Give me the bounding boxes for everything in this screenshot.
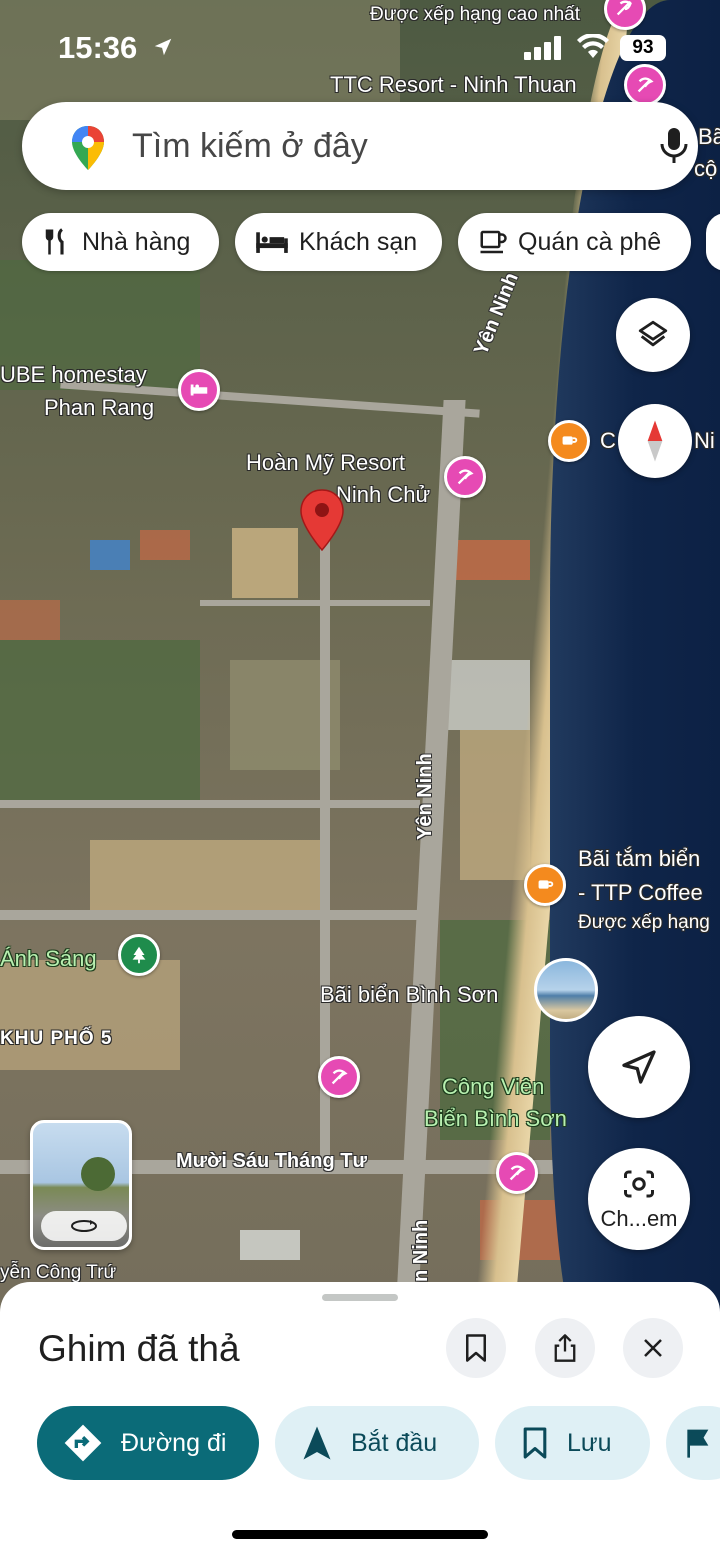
map-terrain: [90, 540, 130, 570]
flag-icon: [687, 1429, 709, 1458]
road-label-yen-ninh: Yên Ninh: [414, 753, 436, 840]
map-label-binh-son-beach[interactable]: Bãi biển Bình Sơn: [320, 982, 498, 1008]
directions-button[interactable]: Đường đi: [37, 1406, 259, 1480]
status-bar: 15:36 93: [0, 28, 720, 68]
navigation-arrow-icon: [622, 1050, 656, 1084]
resort-marker-icon[interactable]: [624, 64, 666, 106]
map-label[interactable]: Bã: [698, 124, 720, 150]
place-bottom-sheet[interactable]: Ghim đã thả Đường đi Bắt đầu Lưu: [0, 1282, 720, 1557]
map-terrain: [0, 600, 60, 640]
hotel-icon: [256, 232, 288, 253]
camera-search-button[interactable]: Ch...em: [588, 1148, 690, 1250]
bookmark-icon: [523, 1427, 547, 1459]
map-road: [0, 910, 420, 920]
map-label-ttc-resort[interactable]: TTC Resort - Ninh Thuan: [330, 72, 577, 98]
map-terrain: [0, 640, 200, 800]
close-icon: [644, 1339, 662, 1357]
close-button[interactable]: [623, 1318, 683, 1378]
save-icon-button[interactable]: [446, 1318, 506, 1378]
map-terrain: [240, 1230, 300, 1260]
home-indicator: [232, 1530, 488, 1539]
bookmark-icon: [466, 1334, 486, 1362]
location-arrow-icon: [154, 38, 172, 56]
road-label-nguyen-cong-tru: yễn Công Trứ: [0, 1262, 117, 1283]
street-view-thumbnail[interactable]: [30, 1120, 132, 1250]
map-label: Được xếp hạng cao nhất: [370, 4, 581, 25]
save-label: Lưu: [567, 1428, 612, 1457]
status-time: 15:36: [58, 30, 138, 65]
resort-marker-icon[interactable]: [444, 456, 486, 498]
search-input[interactable]: Tìm kiếm ở đây: [132, 127, 368, 166]
microphone-icon[interactable]: [658, 126, 690, 166]
camera-icon: [624, 1170, 654, 1198]
map-road: [200, 600, 430, 606]
map-label-homestay[interactable]: UBE homestay: [0, 362, 147, 388]
map-terrain: [232, 528, 298, 598]
drag-handle[interactable]: [322, 1294, 398, 1301]
beach-photo-marker[interactable]: [534, 958, 598, 1022]
chip-cafes[interactable]: Quán cà phê: [458, 213, 691, 271]
start-label: Bắt đầu: [351, 1428, 438, 1457]
map-label-beach-cafe: Được xếp hạng: [578, 912, 710, 933]
map-terrain: [140, 530, 190, 560]
battery-indicator: 93: [620, 35, 666, 61]
map-label[interactable]: cộ: [694, 156, 717, 182]
map-label-hoan-my-resort[interactable]: Ninh Chử: [336, 482, 430, 508]
navigation-icon: [303, 1426, 331, 1460]
directions-label: Đường đi: [121, 1428, 227, 1457]
map-label-homestay[interactable]: Phan Rang: [44, 395, 154, 421]
hotel-marker-icon[interactable]: [178, 369, 220, 411]
resort-marker-icon[interactable]: [318, 1056, 360, 1098]
wifi-icon: [577, 34, 609, 58]
chip-label: Khách sạn: [299, 227, 418, 256]
search-bar[interactable]: Tìm kiếm ở đây: [22, 102, 698, 190]
directions-icon: [64, 1424, 102, 1462]
map-label-khu-pho-5: KHU PHỐ 5: [0, 1028, 113, 1049]
restaurant-icon: [45, 228, 64, 255]
map-terrain: [440, 660, 530, 730]
compass-icon: [647, 420, 663, 462]
signal-icon: [524, 36, 561, 60]
my-location-button[interactable]: [588, 1016, 690, 1118]
coffee-marker-icon[interactable]: [524, 864, 566, 906]
share-icon: [554, 1334, 576, 1362]
chip-label: Quán cà phê: [518, 227, 662, 256]
resort-marker-icon[interactable]: [496, 1152, 538, 1194]
tree-marker-icon[interactable]: [118, 934, 160, 976]
road-label-muoi-sau-thang-tu: Mười Sáu Tháng Tư: [176, 1150, 367, 1172]
save-button[interactable]: Lưu: [495, 1406, 650, 1480]
rotate-360-icon: [71, 1220, 97, 1232]
map-terrain: [0, 960, 180, 1070]
map-label[interactable]: C: [600, 428, 616, 454]
camera-search-label: Ch...em: [600, 1206, 678, 1231]
share-button[interactable]: [535, 1318, 595, 1378]
chip-restaurants[interactable]: Nhà hàng: [22, 213, 219, 271]
map-label-beach-cafe[interactable]: Bãi tắm biển: [578, 846, 700, 872]
chip-hotels[interactable]: Khách sạn: [235, 213, 442, 271]
chip-label: Nhà hàng: [82, 227, 191, 256]
map-label-anh-sang[interactable]: Ánh Sáng: [0, 946, 97, 972]
compass-button[interactable]: [618, 404, 692, 478]
road-label-yen-ninh: n Ninh: [410, 1219, 432, 1282]
coffee-marker-icon[interactable]: [548, 420, 590, 462]
map-label[interactable]: Ni: [694, 428, 715, 454]
street-view-badge: [41, 1211, 127, 1241]
sheet-title: Ghim đã thả: [38, 1328, 240, 1369]
start-button[interactable]: Bắt đầu: [275, 1406, 479, 1480]
coffee-icon: [480, 230, 507, 254]
road-label-yen-ninh: Yên Ninh: [470, 269, 523, 359]
map-road: [0, 800, 420, 808]
layers-button[interactable]: [616, 298, 690, 372]
layers-icon: [638, 320, 668, 347]
map-label-hoan-my-resort[interactable]: Hoàn Mỹ Resort: [246, 450, 405, 476]
map-label-beach-cafe[interactable]: - TTP Coffee: [578, 880, 703, 906]
dropped-pin-icon[interactable]: [298, 488, 346, 554]
map-label-park[interactable]: Biển Bình Sơn: [424, 1106, 567, 1132]
flag-button[interactable]: [666, 1406, 720, 1480]
map-terrain: [90, 840, 330, 920]
map-label-park[interactable]: Công Viên: [442, 1074, 544, 1100]
google-maps-logo-icon: [72, 126, 104, 170]
